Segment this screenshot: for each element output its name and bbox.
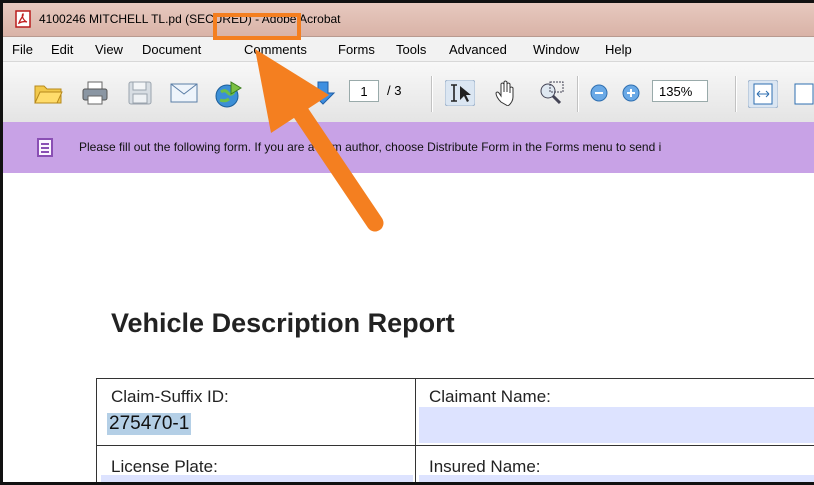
acrobat-window: 4100246 MITCHELL TL.pd (SECURED) - Adobe… xyxy=(0,0,814,485)
annotation-arrow-icon xyxy=(255,49,384,232)
